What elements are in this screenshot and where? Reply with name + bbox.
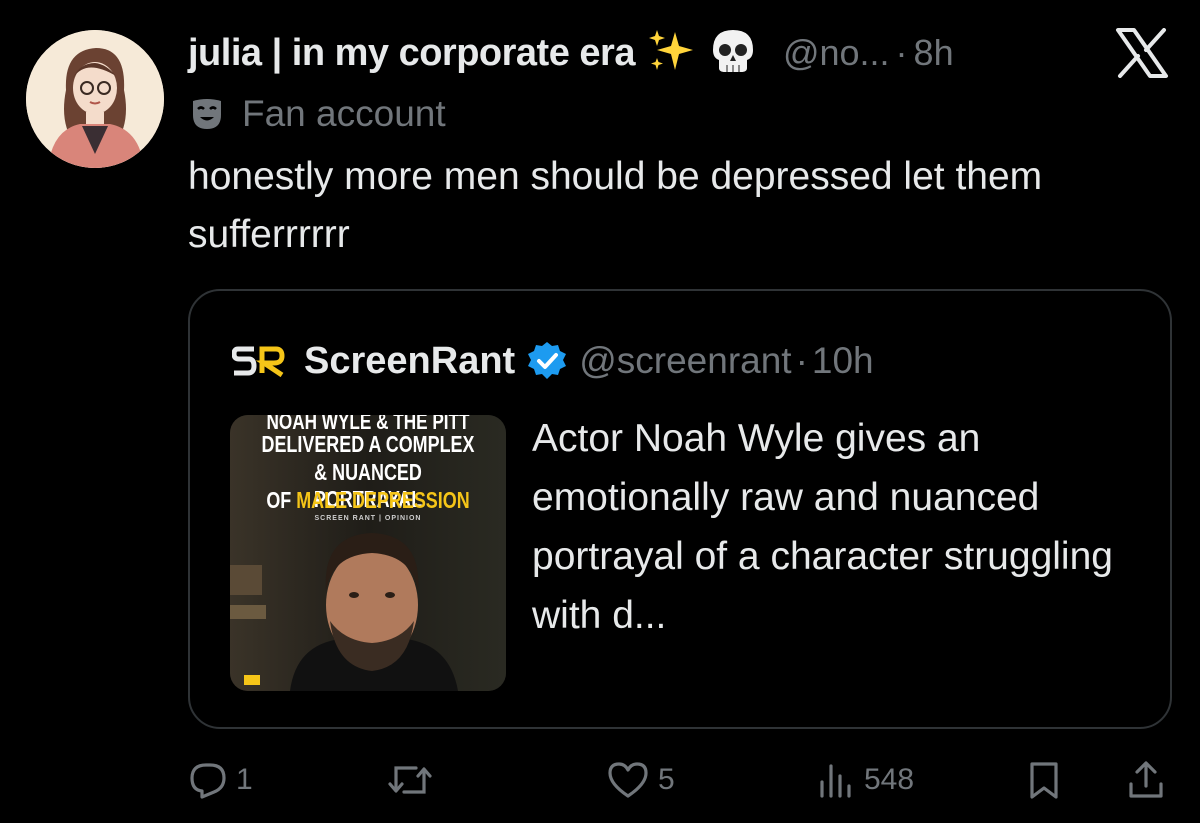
views-button[interactable]: 548	[816, 748, 914, 812]
skull-icon	[711, 28, 755, 79]
thumbnail-headline-line: OF MALE DEPRESSION	[260, 487, 475, 514]
share-button[interactable]	[1126, 748, 1166, 812]
like-icon	[608, 762, 648, 798]
repost-icon	[388, 766, 432, 794]
views-count: 548	[864, 763, 915, 796]
share-icon	[1129, 761, 1163, 798]
reply-button[interactable]: 1	[188, 748, 253, 812]
like-count: 5	[658, 763, 675, 796]
mask-icon	[190, 97, 224, 131]
repost-button[interactable]	[388, 748, 432, 812]
thumbnail-byline: SCREEN RANT | OPINION	[314, 515, 422, 522]
reply-count: 1	[236, 763, 253, 796]
separator-dot: ·	[895, 32, 908, 73]
author-avatar[interactable]	[26, 30, 164, 168]
author-name[interactable]: julia | in my corporate era	[188, 32, 635, 75]
views-icon	[820, 764, 851, 798]
reply-icon	[190, 763, 226, 799]
sparkles-icon	[645, 28, 697, 79]
quoted-author-name[interactable]: ScreenRant	[304, 340, 515, 383]
thumbnail-headline-highlight: MALE DEPRESSION	[296, 487, 470, 513]
quoted-timestamp[interactable]: 10h	[812, 340, 874, 382]
account-label[interactable]: Fan account	[190, 90, 446, 138]
screenrant-logo-icon	[231, 343, 286, 379]
quoted-tweet[interactable]: ScreenRant @screenrant · 10h NOAH WYLE &…	[188, 289, 1172, 729]
separator-dot: ·	[795, 340, 808, 381]
x-logo-icon	[1114, 28, 1170, 78]
tweet-timestamp[interactable]: 8h	[914, 32, 954, 74]
thumbnail-headline-line: DELIVERED A COMPLEX	[261, 431, 475, 457]
quoted-tweet-header: ScreenRant @screenrant · 10h	[231, 331, 874, 391]
tweet-header: julia | in my corporate era @no... · 8h	[188, 22, 1178, 84]
thumbnail-headline-prefix: OF	[266, 487, 297, 513]
quoted-tweet-thumbnail[interactable]: NOAH WYLE & THE PITT DELIVERED A COMPLEX…	[230, 415, 506, 691]
tweet-text: honestly more men should be depressed le…	[188, 155, 1043, 256]
quoted-tweet-text: Actor Noah Wyle gives an emotionally raw…	[532, 417, 1113, 637]
like-button[interactable]: 5	[606, 748, 675, 812]
quoted-author-handle[interactable]: @screenrant	[579, 340, 791, 382]
verified-badge-icon	[527, 341, 567, 381]
tweet-action-bar: 1 5 548	[188, 748, 1172, 812]
bookmark-icon	[1030, 762, 1058, 799]
author-handle[interactable]: @no...	[783, 32, 890, 74]
account-label-text: Fan account	[242, 93, 446, 134]
bookmark-button[interactable]	[1024, 748, 1064, 812]
